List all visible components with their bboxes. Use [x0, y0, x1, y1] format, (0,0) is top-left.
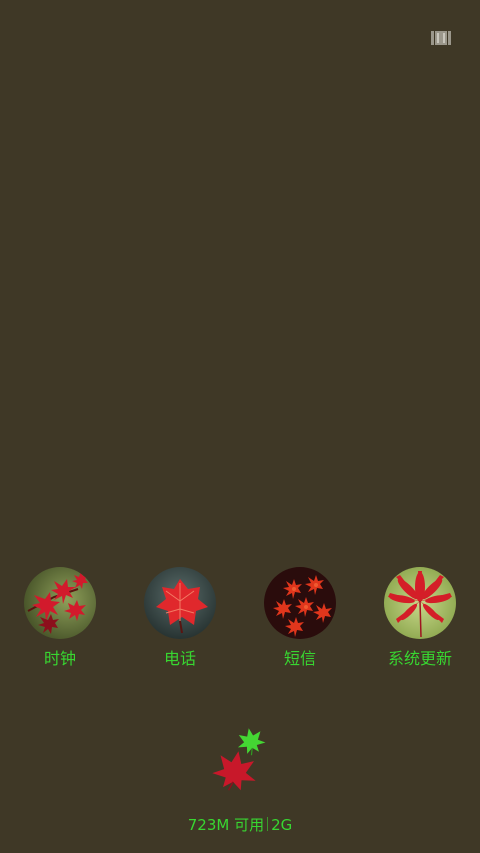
app-phone[interactable]: 电话	[120, 567, 240, 669]
red-maple-leaf-icon	[384, 567, 456, 639]
status-divider	[267, 817, 269, 831]
menu-bars-icon[interactable]	[431, 30, 451, 46]
red-maple-branch-icon	[24, 567, 96, 639]
memory-status: 723M 可用 2G	[0, 815, 480, 835]
app-label: 短信	[283, 649, 316, 668]
app-messages[interactable]: 短信	[240, 567, 360, 669]
app-label: 系统更新	[387, 649, 452, 668]
app-system-update[interactable]: 系统更新	[360, 567, 480, 669]
maple-leaves-icon[interactable]	[208, 723, 272, 793]
red-maple-cluster-icon	[264, 567, 336, 639]
red-leaf-icon	[144, 567, 216, 639]
app-dock: 时钟 电话 短信 系统更新	[0, 567, 480, 677]
app-label: 电话	[163, 649, 196, 668]
app-label: 时钟	[43, 649, 76, 668]
app-clock[interactable]: 时钟	[0, 567, 120, 669]
memory-available: 723M 可用	[187, 816, 265, 834]
memory-total: 2G	[271, 816, 293, 834]
